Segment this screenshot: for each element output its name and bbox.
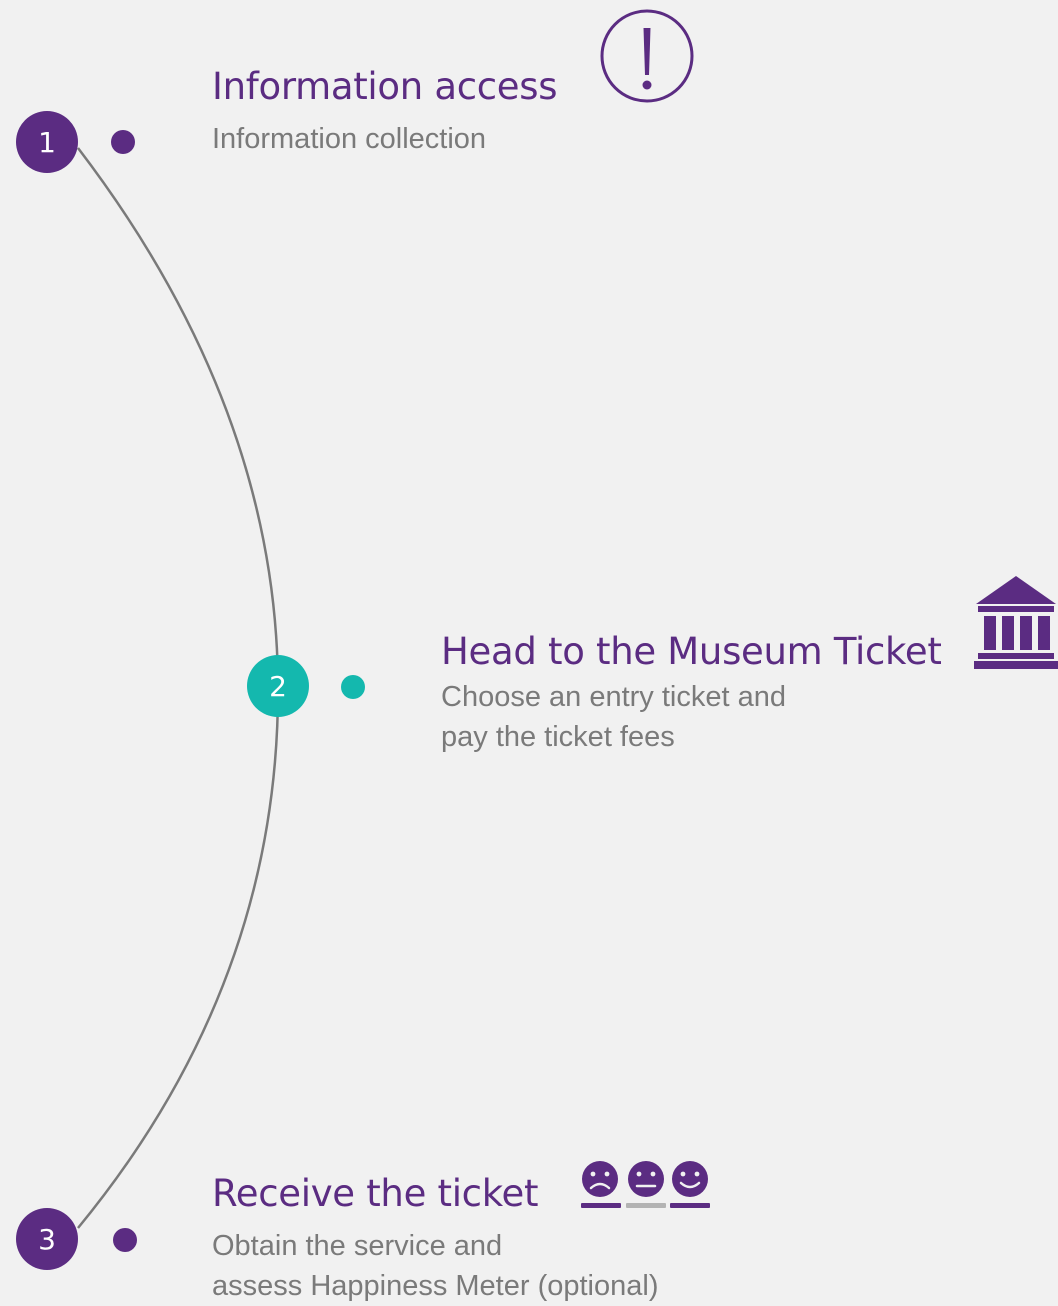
step-2-dot [341, 675, 365, 699]
step-1-dot [111, 130, 135, 154]
exclamation-circle-icon [600, 9, 694, 103]
happiness-meter-icon [581, 1161, 710, 1208]
step-1-description: Information collection [212, 119, 486, 159]
step-1-title: Information access [212, 65, 558, 108]
step-3-description-line: Obtain the service and [212, 1230, 503, 1262]
step-1-description-line: Information collection [212, 123, 487, 155]
step-2-title: Head to the Museum Ticket [441, 630, 942, 673]
step-2-description-line: Choose an entry ticket and [441, 681, 786, 713]
customer-journey-diagram: 1 Information access Information collect… [0, 0, 1058, 1306]
step-2-description: Choose an entry ticket and pay the ticke… [441, 677, 786, 757]
neutral-face-icon [628, 1161, 664, 1197]
step-3-dot [113, 1228, 137, 1252]
museum-icon [974, 576, 1058, 669]
step-1-badge: 1 [16, 111, 78, 173]
step-3-title: Receive the ticket [212, 1172, 539, 1215]
step-3-description: Obtain the service and assess Happiness … [212, 1226, 658, 1306]
sad-face-icon [582, 1161, 618, 1197]
happy-face-icon [672, 1161, 708, 1197]
step-3-description-line: assess Happiness Meter (optional) [212, 1270, 659, 1302]
step-2-badge: 2 [247, 655, 309, 717]
step-2-description-line: pay the ticket fees [441, 721, 675, 753]
step-3-badge: 3 [16, 1208, 78, 1270]
